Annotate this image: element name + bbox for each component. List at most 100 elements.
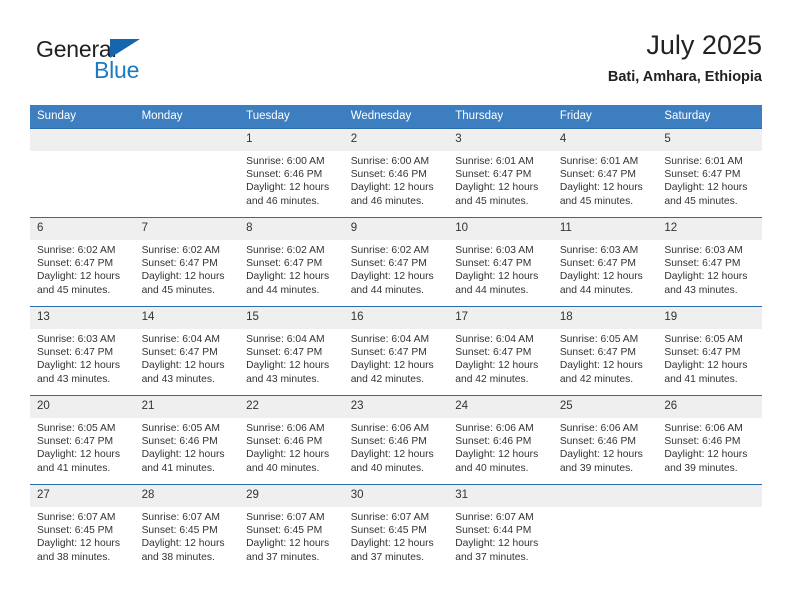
- day-details: Sunrise: 6:04 AM Sunset: 6:47 PM Daylight:…: [448, 329, 553, 386]
- calendar-day-cell[interactable]: 21 Sunrise: 6:05 AM Sunset: 6:46 PM Dayligh…: [134, 395, 240, 485]
- day-cell-inner: 31 Sunrise: 6:07 AM Sunset: 6:44 PM Dayligh…: [448, 485, 553, 573]
- daylight-text-line1: Daylight: 12 hours: [350, 360, 434, 372]
- day-details: Sunrise: 6:05 AM Sunset: 6:46 PM Daylight:…: [135, 418, 240, 475]
- day-details: Sunrise: 6:02 AM Sunset: 6:47 PM Daylight:…: [30, 240, 135, 297]
- daylight-text-line2: and 37 minutes.: [455, 551, 529, 563]
- calendar-day-cell[interactable]: 27 Sunrise: 6:07 AM Sunset: 6:45 PM Dayligh…: [30, 484, 135, 573]
- calendar-day-cell[interactable]: 7 Sunrise: 6:02 AM Sunset: 6:47 PM Daylight…: [134, 217, 240, 307]
- calendar-day-cell[interactable]: 17 Sunrise: 6:04 AM Sunset: 6:47 PM Dayligh…: [448, 306, 553, 396]
- day-number: 13: [30, 307, 135, 329]
- calendar-day-cell[interactable]: 1 Sunrise: 6:00 AM Sunset: 6:46 PM Daylight…: [239, 128, 344, 218]
- day-number: 24: [448, 396, 553, 418]
- daylight-text-line2: and 37 minutes.: [350, 551, 424, 563]
- calendar-day-cell[interactable]: 8 Sunrise: 6:02 AM Sunset: 6:47 PM Daylight…: [239, 217, 344, 307]
- day-number: 1: [239, 129, 344, 151]
- calendar-day-cell[interactable]: 5 Sunrise: 6:01 AM Sunset: 6:47 PM Daylight…: [657, 128, 762, 218]
- calendar-day-cell[interactable]: 14 Sunrise: 6:04 AM Sunset: 6:47 PM Dayligh…: [134, 306, 240, 396]
- calendar-day-cell[interactable]: 19 Sunrise: 6:05 AM Sunset: 6:47 PM Dayligh…: [657, 306, 762, 396]
- generalblue-logo[interactable]: General Blue: [36, 36, 236, 92]
- calendar-day-cell[interactable]: 15 Sunrise: 6:04 AM Sunset: 6:47 PM Dayligh…: [239, 306, 344, 396]
- daylight-text-line1: Daylight: 12 hours: [455, 538, 539, 550]
- calendar-day-cell[interactable]: 9 Sunrise: 6:02 AM Sunset: 6:47 PM Daylight…: [343, 217, 449, 307]
- sunrise-text: Sunrise: 6:03 AM: [455, 245, 534, 256]
- sunset-text: Sunset: 6:46 PM: [455, 436, 532, 448]
- day-number: 9: [343, 218, 449, 240]
- calendar-day-cell-empty: [30, 128, 135, 218]
- daylight-text-line1: Daylight: 12 hours: [664, 449, 748, 461]
- day-number: 27: [30, 485, 135, 507]
- calendar-week-row: 1 Sunrise: 6:00 AM Sunset: 6:46 PM Daylight…: [30, 128, 762, 218]
- sunset-text: Sunset: 6:47 PM: [664, 258, 741, 270]
- calendar-day-cell[interactable]: 16 Sunrise: 6:04 AM Sunset: 6:47 PM Dayligh…: [343, 306, 449, 396]
- daylight-text-line2: and 43 minutes.: [37, 373, 111, 385]
- calendar-day-cell[interactable]: 18 Sunrise: 6:05 AM Sunset: 6:47 PM Dayligh…: [552, 306, 658, 396]
- daylight-text-line2: and 41 minutes.: [37, 462, 111, 474]
- calendar-day-cell[interactable]: 30 Sunrise: 6:07 AM Sunset: 6:45 PM Dayligh…: [343, 484, 449, 573]
- daylight-text-line2: and 37 minutes.: [246, 551, 320, 563]
- calendar-day-cell[interactable]: 31 Sunrise: 6:07 AM Sunset: 6:44 PM Dayligh…: [448, 484, 553, 573]
- calendar-day-cell[interactable]: 3 Sunrise: 6:01 AM Sunset: 6:47 PM Daylight…: [448, 128, 553, 218]
- calendar-day-cell[interactable]: 6 Sunrise: 6:02 AM Sunset: 6:47 PM Daylight…: [30, 217, 135, 307]
- daylight-text-line1: Daylight: 12 hours: [246, 271, 330, 283]
- day-number: 8: [239, 218, 344, 240]
- day-number: 12: [657, 218, 762, 240]
- day-details: Sunrise: 6:03 AM Sunset: 6:47 PM Daylight:…: [448, 240, 553, 297]
- sunset-text: Sunset: 6:46 PM: [559, 436, 636, 448]
- calendar-day-cell[interactable]: 2 Sunrise: 6:00 AM Sunset: 6:46 PM Daylight…: [343, 128, 449, 218]
- day-cell-inner: 22 Sunrise: 6:06 AM Sunset: 6:46 PM Dayligh…: [239, 396, 344, 484]
- day-number: 25: [552, 396, 658, 418]
- calendar-day-cell[interactable]: 24 Sunrise: 6:06 AM Sunset: 6:46 PM Dayligh…: [448, 395, 553, 485]
- calendar-week-row: 20 Sunrise: 6:05 AM Sunset: 6:47 PM Dayligh…: [30, 395, 762, 485]
- calendar-day-cell[interactable]: 4 Sunrise: 6:01 AM Sunset: 6:47 PM Daylight…: [552, 128, 658, 218]
- calendar-day-cell[interactable]: 28 Sunrise: 6:07 AM Sunset: 6:45 PM Dayligh…: [134, 484, 240, 573]
- day-details: Sunrise: 6:07 AM Sunset: 6:45 PM Daylight:…: [344, 507, 449, 564]
- daylight-text-line1: Daylight: 12 hours: [141, 271, 225, 283]
- day-number: 26: [657, 396, 762, 418]
- daylight-text-line2: and 42 minutes.: [559, 373, 634, 385]
- sunrise-text: Sunrise: 6:02 AM: [246, 245, 325, 256]
- sunset-text: Sunset: 6:45 PM: [37, 525, 114, 537]
- calendar-day-cell-empty: [134, 128, 240, 218]
- sunset-text: Sunset: 6:47 PM: [37, 258, 114, 270]
- calendar-day-cell[interactable]: 12 Sunrise: 6:03 AM Sunset: 6:47 PM Dayligh…: [657, 217, 762, 307]
- daylight-text-line2: and 41 minutes.: [141, 462, 215, 474]
- day-number: 29: [239, 485, 344, 507]
- sunrise-text: Sunrise: 6:05 AM: [559, 334, 639, 345]
- day-cell-inner: 18 Sunrise: 6:05 AM Sunset: 6:47 PM Dayligh…: [552, 307, 658, 395]
- sunrise-text: Sunrise: 6:04 AM: [141, 334, 220, 345]
- sunset-text: Sunset: 6:47 PM: [455, 258, 532, 270]
- calendar-day-cell[interactable]: 10 Sunrise: 6:03 AM Sunset: 6:47 PM Dayligh…: [448, 217, 553, 307]
- calendar-day-cell[interactable]: 20 Sunrise: 6:05 AM Sunset: 6:47 PM Dayligh…: [30, 395, 135, 485]
- calendar-day-cell[interactable]: 11 Sunrise: 6:03 AM Sunset: 6:47 PM Dayligh…: [552, 217, 658, 307]
- sunrise-text: Sunrise: 6:07 AM: [37, 512, 116, 523]
- calendar-day-cell[interactable]: 13 Sunrise: 6:03 AM Sunset: 6:47 PM Dayligh…: [30, 306, 135, 396]
- daylight-text-line1: Daylight: 12 hours: [455, 182, 539, 194]
- calendar-day-cell-empty: [552, 484, 658, 573]
- calendar-day-cell[interactable]: 25 Sunrise: 6:06 AM Sunset: 6:46 PM Dayligh…: [552, 395, 658, 485]
- sunrise-text: Sunrise: 6:04 AM: [455, 334, 534, 345]
- day-cell-inner: 9 Sunrise: 6:02 AM Sunset: 6:47 PM Daylight…: [343, 218, 449, 306]
- daylight-text-line2: and 42 minutes.: [455, 373, 529, 385]
- daylight-text-line2: and 45 minutes.: [664, 195, 738, 207]
- sunrise-text: Sunrise: 6:06 AM: [246, 423, 325, 434]
- sunrise-text: Sunrise: 6:07 AM: [141, 512, 220, 523]
- sunrise-text: Sunrise: 6:02 AM: [37, 245, 116, 256]
- calendar-day-cell[interactable]: 26 Sunrise: 6:06 AM Sunset: 6:46 PM Dayligh…: [657, 395, 762, 485]
- triangle-icon: [110, 39, 140, 58]
- day-details: Sunrise: 6:04 AM Sunset: 6:47 PM Daylight:…: [239, 329, 344, 386]
- day-cell-inner: 3 Sunrise: 6:01 AM Sunset: 6:47 PM Daylight…: [448, 129, 553, 217]
- sunrise-text: Sunrise: 6:07 AM: [246, 512, 325, 523]
- day-cell-inner: 12 Sunrise: 6:03 AM Sunset: 6:47 PM Dayligh…: [657, 218, 762, 306]
- calendar-day-cell[interactable]: 23 Sunrise: 6:06 AM Sunset: 6:46 PM Dayligh…: [343, 395, 449, 485]
- day-details: Sunrise: 6:00 AM Sunset: 6:46 PM Daylight:…: [344, 151, 449, 208]
- daylight-text-line1: Daylight: 12 hours: [37, 271, 120, 283]
- daylight-text-line1: Daylight: 12 hours: [246, 360, 330, 372]
- calendar-day-cell[interactable]: 29 Sunrise: 6:07 AM Sunset: 6:45 PM Dayligh…: [239, 484, 344, 573]
- day-number: 6: [30, 218, 135, 240]
- day-details: Sunrise: 6:05 AM Sunset: 6:47 PM Daylight:…: [657, 329, 762, 386]
- calendar-week-row: 13 Sunrise: 6:03 AM Sunset: 6:47 PM Dayligh…: [30, 306, 762, 396]
- calendar-body: 1 Sunrise: 6:00 AM Sunset: 6:46 PM Daylight…: [30, 128, 762, 573]
- calendar-day-cell[interactable]: 22 Sunrise: 6:06 AM Sunset: 6:46 PM Dayligh…: [239, 395, 344, 485]
- day-cell-inner: [657, 485, 762, 573]
- day-number: 30: [343, 485, 449, 507]
